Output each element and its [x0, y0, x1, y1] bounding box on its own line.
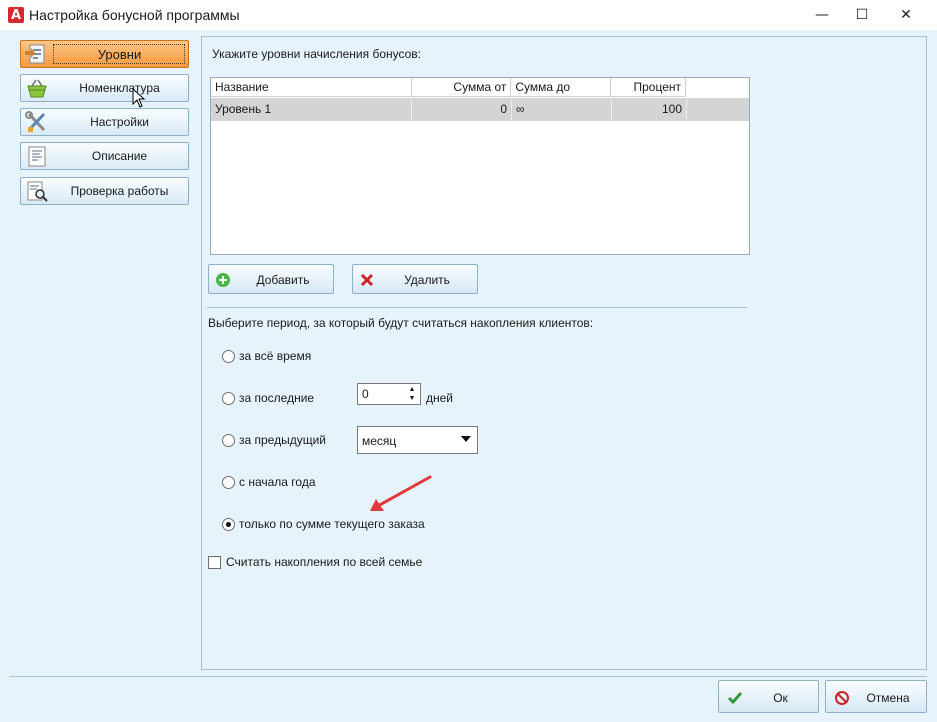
- period-option-all-time[interactable]: за всё время: [222, 348, 311, 364]
- focus-indicator: [53, 44, 185, 64]
- column-header-from[interactable]: Сумма от: [412, 78, 512, 97]
- period-instruction: Выберите период, за который будут считат…: [208, 316, 594, 330]
- radio-current-order[interactable]: [222, 517, 235, 531]
- days-stepper[interactable]: 0 ▲ ▼: [357, 383, 421, 405]
- cell-name: Уровень 1: [211, 98, 412, 121]
- nav-levels-button[interactable]: Уровни: [20, 40, 189, 68]
- period-select[interactable]: месяц: [357, 426, 478, 454]
- window-title: Настройка бонусной программы: [29, 7, 240, 23]
- basket-icon: [25, 77, 49, 100]
- cell-percent: 100: [612, 98, 687, 121]
- column-header-name[interactable]: Название: [211, 78, 412, 97]
- radio-previous[interactable]: [222, 433, 235, 447]
- nav-description-label: Описание: [91, 149, 148, 163]
- chevron-down-icon[interactable]: [461, 436, 471, 442]
- radio-year-start[interactable]: [222, 475, 235, 489]
- delete-level-button[interactable]: Удалить: [352, 264, 478, 294]
- delete-icon: [359, 272, 375, 288]
- radio-last-days[interactable]: [222, 391, 235, 405]
- document-icon: [25, 145, 49, 168]
- period-option-last-days[interactable]: за последние: [222, 390, 314, 406]
- footer-divider: [10, 676, 927, 677]
- period-option-year-start[interactable]: с начала года: [222, 474, 316, 490]
- section-divider: [207, 307, 747, 308]
- ok-button[interactable]: Ок: [718, 680, 819, 713]
- family-accumulation-option[interactable]: Считать накопления по всей семье: [208, 555, 422, 569]
- dialog-client-area: Уровни Номенклатура Настройки Описание П…: [0, 30, 937, 722]
- cancel-label: Отмена: [866, 691, 910, 705]
- period-option-previous[interactable]: за предыдущий: [222, 432, 326, 448]
- nav-nomenclature-label: Номенклатура: [79, 81, 160, 95]
- inspect-document-icon: [25, 180, 49, 203]
- radio-year-start-label: с начала года: [239, 475, 316, 489]
- radio-last-days-label: за последние: [239, 391, 315, 405]
- stepper-arrows-icon[interactable]: ▲ ▼: [406, 385, 418, 403]
- checkmark-icon: [727, 690, 743, 706]
- levels-icon: [25, 43, 49, 66]
- days-unit-label: дней: [426, 391, 454, 405]
- radio-previous-label: за предыдущий: [239, 433, 326, 447]
- add-level-button[interactable]: Добавить: [208, 264, 334, 294]
- nav-check-button[interactable]: Проверка работы: [20, 177, 189, 205]
- mouse-cursor-icon: [132, 88, 146, 108]
- annotation-arrow-icon: [370, 475, 432, 511]
- period-option-current-order[interactable]: только по сумме текущего заказа: [222, 516, 425, 532]
- radio-all-time-label: за всё время: [239, 349, 312, 363]
- nav-description-button[interactable]: Описание: [20, 142, 189, 170]
- title-bar: A Настройка бонусной программы — ☐ ✕: [0, 0, 937, 30]
- add-level-label: Добавить: [256, 273, 310, 287]
- tools-icon: [25, 111, 49, 134]
- column-header-percent[interactable]: Процент: [611, 78, 686, 97]
- column-header-to[interactable]: Сумма до: [511, 78, 612, 97]
- radio-all-time[interactable]: [222, 349, 235, 363]
- app-logo-icon: A: [8, 7, 24, 23]
- family-checkbox[interactable]: [208, 555, 221, 569]
- close-button[interactable]: ✕: [883, 0, 929, 30]
- family-checkbox-label: Считать накопления по всей семье: [226, 555, 423, 569]
- cell-to: ∞: [512, 98, 612, 121]
- cancel-button[interactable]: Отмена: [825, 680, 927, 713]
- radio-current-order-label: только по сумме текущего заказа: [239, 517, 425, 531]
- days-value: 0: [362, 387, 369, 401]
- nav-nomenclature-button[interactable]: Номенклатура: [20, 74, 189, 102]
- levels-instruction: Укажите уровни начисления бонусов:: [212, 47, 422, 61]
- delete-level-label: Удалить: [404, 273, 450, 287]
- levels-table[interactable]: Название Сумма от Сумма до Процент Урове…: [210, 77, 750, 255]
- nav-settings-label: Настройки: [90, 115, 149, 129]
- period-select-value: месяц: [362, 434, 397, 448]
- nav-settings-button[interactable]: Настройки: [20, 108, 189, 136]
- add-icon: [215, 272, 231, 288]
- cancel-icon: [834, 690, 850, 706]
- nav-check-label: Проверка работы: [70, 184, 169, 198]
- table-header: Название Сумма от Сумма до Процент: [211, 78, 686, 97]
- ok-label: Ок: [773, 691, 788, 705]
- maximize-button[interactable]: ☐: [839, 0, 885, 30]
- cell-from: 0: [412, 98, 512, 121]
- levels-panel: Укажите уровни начисления бонусов: Назва…: [201, 36, 927, 670]
- table-row[interactable]: Уровень 1 0 ∞ 100: [211, 98, 749, 121]
